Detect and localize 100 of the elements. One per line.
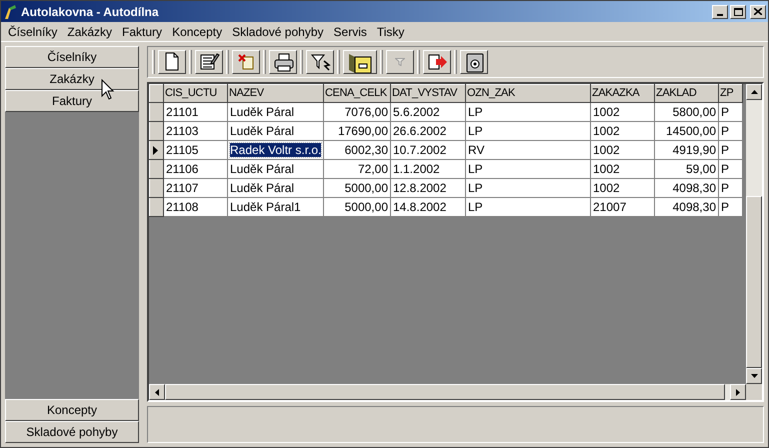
scroll-up-button[interactable] [746,84,762,100]
menu-item[interactable]: Tisky [372,22,410,40]
toolbar-button[interactable] [158,50,186,74]
header-corner [150,84,164,102]
table-cell: 4098,30 [654,178,718,198]
table-cell: Luděk Páral1 [228,198,324,216]
table-cell: 12.8.2002 [390,178,466,198]
table-cell: P [718,122,742,140]
close-icon [754,8,762,15]
column-header[interactable]: NAZEV [228,84,324,102]
table-cell: 72,00 [324,160,390,178]
maximize-icon [734,8,742,16]
scroll-left-button[interactable] [149,384,165,400]
table-cell: 59,00 [654,160,718,178]
selected-cell-text: Radek Voltr s.r.o. [230,143,322,157]
table-cell: 21107 [164,178,228,198]
window-title: Autolakovna - Autodílna [21,4,159,20]
up-arrow-icon [750,90,758,94]
minimize-button[interactable] [712,4,728,18]
right-arrow-icon [736,388,740,396]
table-cell: 6002,30 [324,140,390,160]
menu-item[interactable]: Číselníky [3,22,62,40]
table-cell: 1002 [590,160,654,178]
column-header[interactable]: ZAKAZKA [590,84,654,102]
table-cell: 21103 [164,122,228,140]
table-cell: Luděk Páral [228,122,324,140]
row-indicator[interactable] [150,178,164,198]
printer-icon [272,51,294,73]
toolbar-button[interactable] [423,50,451,74]
menu-item[interactable]: Skladové pohyby [227,22,329,40]
table-cell: 26.6.2002 [390,122,466,140]
table-cell: 7076,00 [324,102,390,122]
table-cell: Luděk Páral [228,102,324,122]
maximize-button[interactable] [730,4,746,18]
scroll-right-button[interactable] [730,384,746,400]
table-cell: P [718,178,742,198]
table-cell: P [718,198,742,216]
scroll-thumb[interactable] [746,196,762,368]
table-cell: 14500,00 [654,122,718,140]
table-cell: 1002 [590,102,654,122]
column-header[interactable]: DAT_VYSTAV [390,84,466,102]
menu-item[interactable]: Faktury [117,22,168,40]
app-icon [3,4,17,20]
toolbar-button[interactable] [195,50,223,74]
scrollbar-corner [746,384,762,400]
table-cell: P [718,160,742,178]
table-cell: 10.7.2002 [390,140,466,160]
menu-item[interactable]: Servis [328,22,372,40]
row-indicator[interactable] [150,122,164,140]
sidebar-button[interactable]: Koncepty [5,399,139,421]
table-cell: LP [466,160,590,178]
table-cell: 21007 [590,198,654,216]
table-cell: 17690,00 [324,122,390,140]
table-cell: 21106 [164,160,228,178]
table-cell: LP [466,178,590,198]
row-indicator[interactable] [150,160,164,178]
table-cell: 1002 [590,122,654,140]
sidebar-button[interactable]: Číselníky [5,46,139,68]
down-arrow-icon [750,374,758,378]
table-cell: 1002 [590,178,654,198]
table-cell: Luděk Páral [228,160,324,178]
scroll-down-button[interactable] [746,368,762,384]
row-indicator[interactable] [150,198,164,216]
table-cell: 21105 [164,140,228,160]
row-indicator[interactable] [150,140,164,160]
table-cell: 5800,00 [654,102,718,122]
minimize-icon [717,14,723,16]
row-indicator[interactable] [150,102,164,122]
sidebar-button[interactable]: Faktury [5,90,139,112]
table-cell: 1002 [590,140,654,160]
table-cell: 5000,00 [324,198,390,216]
column-header[interactable]: CIS_UCTU [164,84,228,102]
toolbar-button[interactable] [460,50,488,74]
table-cell: 5000,00 [324,178,390,198]
table-cell: 5.6.2002 [390,102,466,122]
toolbar-button[interactable] [343,50,377,74]
table-cell: RV [466,140,590,160]
menu-item[interactable]: Koncepty [167,22,228,40]
column-header[interactable]: ZP [718,84,742,102]
close-button[interactable] [750,4,766,18]
vertical-scrollbar[interactable] [746,84,762,400]
column-header[interactable]: ZAKLAD [654,84,718,102]
toolbar-button[interactable] [269,50,297,74]
table-cell: 4919,90 [654,140,718,160]
current-row-icon [153,146,158,154]
table-cell: 14.8.2002 [390,198,466,216]
left-arrow-icon [155,388,159,396]
table-cell: LP [466,122,590,140]
table-cell: P [718,102,742,122]
table-cell: LP [466,102,590,122]
sidebar-button[interactable]: Zakázky [5,68,139,90]
table-cell: 1.1.2002 [390,160,466,178]
table-cell: P [718,140,742,160]
table-cell: 4098,30 [654,198,718,216]
column-header[interactable]: CENA_CELK [324,84,390,102]
toolbar-button[interactable] [232,50,260,74]
sidebar-button[interactable]: Skladové pohyby [5,421,139,443]
menu-item[interactable]: Zakázky [62,22,118,40]
toolbar-button[interactable] [306,50,334,74]
column-header[interactable]: OZN_ZAK [466,84,590,102]
